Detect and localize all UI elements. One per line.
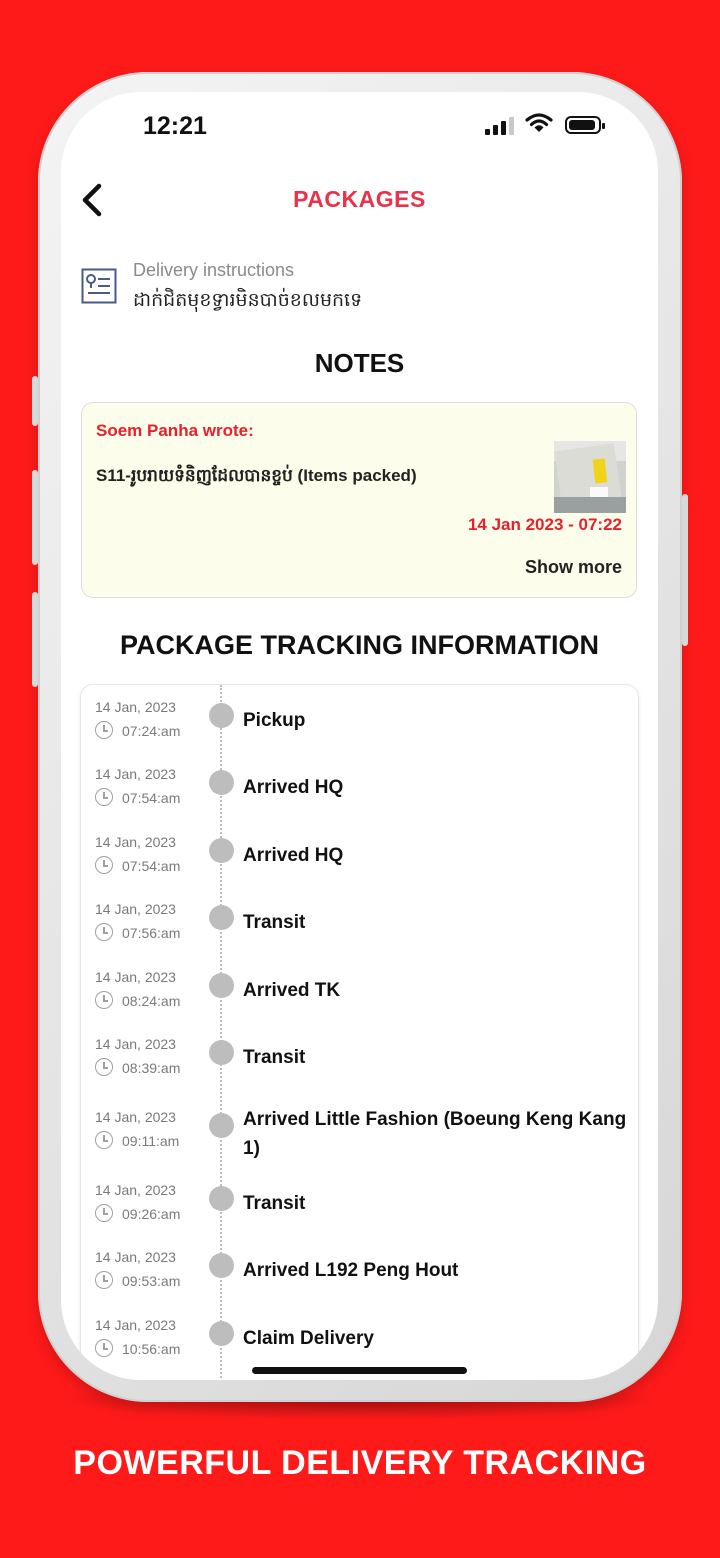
signal-icon: [485, 117, 517, 135]
tracking-time: 09:26:am: [122, 1206, 181, 1222]
timeline-dot: [209, 1253, 234, 1278]
timeline-dot: [209, 1113, 234, 1138]
timeline-dot: [209, 1321, 234, 1346]
tracking-time: 09:11:am: [122, 1133, 180, 1149]
note-text: S11-រូបរាយទំនិញដែលបានខ្ចប់ (Items packed…: [96, 466, 417, 485]
tracking-date: 14 Jan, 2023: [95, 834, 176, 850]
tracking-status: Arrived HQ: [243, 845, 344, 866]
side-button-mute: [32, 376, 38, 426]
note-photo-thumbnail[interactable]: [554, 441, 626, 513]
clock-icon: [95, 1271, 113, 1289]
side-button-power: [682, 494, 688, 646]
timeline-dot: [209, 1186, 234, 1211]
tracking-time: 07:24:am: [122, 723, 181, 739]
tracking-date: 14 Jan, 2023: [95, 1036, 176, 1052]
status-time: 12:21: [143, 112, 207, 140]
clock-icon: [95, 991, 113, 1009]
side-button-volume-down: [32, 592, 38, 687]
note-datetime: 14 Jan 2023 - 07:22: [467, 515, 622, 534]
battery-icon: [565, 116, 605, 134]
timeline-dot: [209, 905, 234, 930]
tracking-title: PACKAGE TRACKING INFORMATION: [120, 630, 599, 660]
clock-icon: [95, 788, 113, 806]
home-indicator[interactable]: [252, 1367, 467, 1374]
clock-icon: [95, 721, 113, 739]
timeline-dot: [209, 838, 234, 863]
side-button-volume-up: [32, 470, 38, 565]
tracking-row: 14 Jan, 2023 09:53:am Arrived L192 Peng …: [81, 1249, 638, 1309]
delivery-instructions-label: Delivery instructions: [133, 260, 295, 280]
delivery-instructions-value: ដាក់ជិតមុខទ្វារមិនបាច់ខលមកទេ: [133, 290, 363, 311]
tracking-row: 14 Jan, 2023 08:24:am Arrived TK: [81, 969, 638, 1029]
tracking-row: 14 Jan, 2023 07:54:am Arrived HQ: [81, 834, 638, 894]
tracking-date: 14 Jan, 2023: [95, 1109, 176, 1125]
tracking-status: Pickup: [243, 710, 306, 731]
notes-title: NOTES: [314, 348, 405, 378]
timeline-dot: [209, 1040, 234, 1065]
clock-icon: [95, 1339, 113, 1357]
tracking-status: Transit: [243, 1047, 306, 1068]
clock-icon: [95, 923, 113, 941]
tracking-status: Claim Delivery: [243, 1328, 374, 1349]
tracking-row: 14 Jan, 2023 09:11:am Arrived Little Fas…: [81, 1109, 638, 1169]
note-author: Soem Panha wrote:: [96, 421, 254, 440]
tracking-status: Arrived TK: [243, 980, 341, 1001]
tracking-time: 09:53:am: [122, 1273, 181, 1289]
tracking-time: 07:54:am: [122, 858, 181, 874]
clock-icon: [95, 1204, 113, 1222]
timeline-dot: [209, 973, 234, 998]
tracking-time: 08:24:am: [122, 993, 181, 1009]
tracking-status: Transit: [243, 912, 306, 933]
tracking-status: Arrived Little Fashion (Boeung Keng Kang…: [243, 1109, 627, 1159]
tagline: POWERFUL DELIVERY TRACKING: [73, 1444, 647, 1482]
phone-screen: 12:21 PACKAGES Delivery instructions ដាក…: [61, 92, 658, 1380]
timeline-dot: [209, 770, 234, 795]
tracking-time: 07:56:am: [122, 925, 181, 941]
timeline-dot: [209, 703, 234, 728]
tracking-status: Arrived L192 Peng Hout: [243, 1260, 459, 1281]
tracking-row: 14 Jan, 2023 08:39:am Transit: [81, 1036, 638, 1096]
tracking-time: 10:56:am: [122, 1341, 181, 1357]
tracking-status: Arrived HQ: [243, 777, 344, 798]
instructions-icon: [81, 268, 117, 304]
note-card: Soem Panha wrote: S11-រូបរាយទំនិញដែលបានខ…: [81, 402, 637, 598]
tracking-row: 14 Jan, 2023 07:54:am Arrived HQ: [81, 766, 638, 826]
tracking-status: Transit: [243, 1193, 306, 1214]
wifi-icon: [525, 113, 553, 132]
tracking-date: 14 Jan, 2023: [95, 901, 176, 917]
tracking-time: 07:54:am: [122, 790, 181, 806]
tracking-row: 14 Jan, 2023 09:26:am Transit: [81, 1182, 638, 1242]
tracking-date: 14 Jan, 2023: [95, 699, 176, 715]
tracking-date: 14 Jan, 2023: [95, 969, 176, 985]
show-more-button[interactable]: Show more: [525, 557, 622, 578]
tracking-date: 14 Jan, 2023: [95, 1249, 176, 1265]
clock-icon: [95, 856, 113, 874]
tracking-row: 14 Jan, 2023 07:56:am Transit: [81, 901, 638, 961]
page-title: PACKAGES: [293, 186, 426, 212]
clock-icon: [95, 1058, 113, 1076]
tracking-time: 08:39:am: [122, 1060, 181, 1076]
tracking-date: 14 Jan, 2023: [95, 766, 176, 782]
clock-icon: [95, 1131, 113, 1149]
tracking-row: 14 Jan, 2023 07:24:am Pickup: [81, 699, 638, 759]
tracking-card: 14 Jan, 2023 07:24:am Pickup 14 Jan, 202…: [81, 685, 638, 1380]
tracking-date: 14 Jan, 2023: [95, 1182, 176, 1198]
tracking-date: 14 Jan, 2023: [95, 1317, 176, 1333]
